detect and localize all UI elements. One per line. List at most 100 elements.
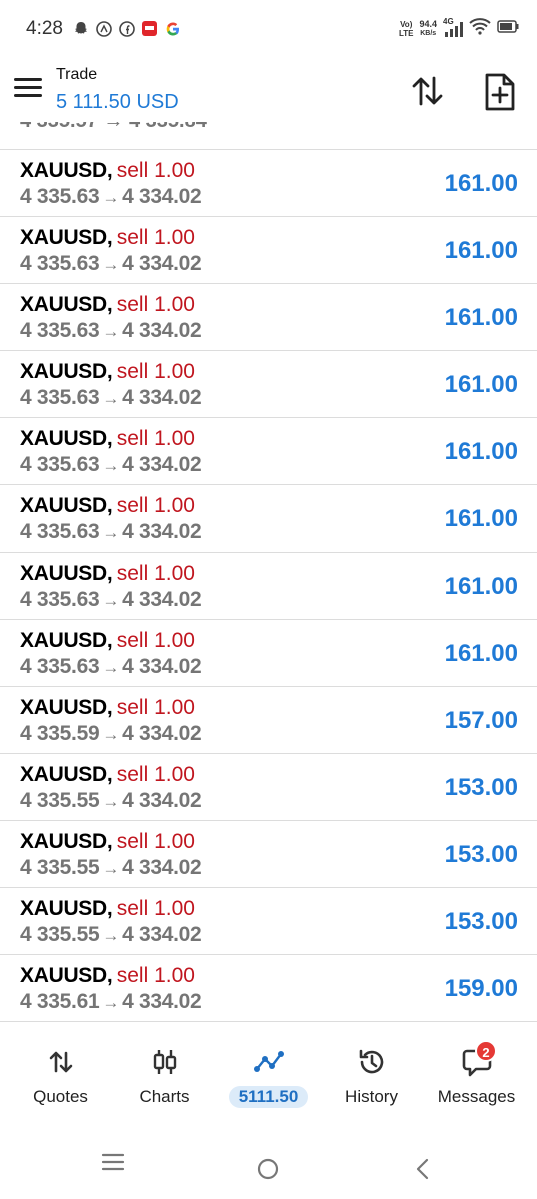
separator: , xyxy=(106,897,113,921)
positions-list: 4 335.57 → 4 335.84 XAUUSD,sell 1.004 33… xyxy=(0,122,537,1024)
arrow-right-icon: → xyxy=(102,322,120,342)
system-navigation-bar xyxy=(0,1124,537,1199)
table-row[interactable]: XAUUSD, sell 1.00 4 335.63 → 4 334.02 161.00 xyxy=(0,351,537,419)
current-price: 4 334.02 xyxy=(122,252,202,276)
current-price: 4 334.02 xyxy=(122,587,202,611)
table-row[interactable]: XAUUSD, sell 1.00 4 335.55 → 4 334.02 153.00 xyxy=(0,754,537,821)
table-row[interactable]: XAUUSD, sell 1.00 4 335.55 → 4 334.02 153.00 xyxy=(0,888,537,956)
nav-item-trade[interactable]: 5111.50 xyxy=(215,1046,322,1116)
open-price: 4 335.63 xyxy=(20,520,100,544)
positions-rows: XAUUSD, sell 1.00 4 335.63 → 4 334.02 161.00 X… xyxy=(0,150,537,1023)
nav-item-messages[interactable]: 2 Messages xyxy=(423,1040,530,1116)
position-symbol: XAUUSD xyxy=(20,628,107,652)
candlestick-icon xyxy=(153,1050,176,1074)
table-row[interactable]: XAUUSD, sell 1.00 4 335.63 → 4 334.02 161.00 xyxy=(0,150,537,218)
position-side: sell 1.00 xyxy=(116,494,195,518)
position-symbol: XAUUSD xyxy=(20,964,107,988)
position-profit: 161.00 xyxy=(444,505,518,533)
position-side: sell 1.00 xyxy=(116,829,195,853)
position-side: sell 1.00 xyxy=(116,159,195,182)
position-symbol: XAUUSD xyxy=(20,695,107,719)
position-side: sell 1.00 xyxy=(116,360,195,384)
current-price: 4 334.02 xyxy=(122,185,202,208)
current-price: 4 334.02 xyxy=(122,855,202,879)
position-title: XAUUSD, sell 1.00 xyxy=(20,696,195,720)
system-indicators: Vo) LTE 94.4 KB/s 4G xyxy=(399,17,519,40)
nav-label-history: History xyxy=(345,1087,398,1106)
table-row[interactable]: XAUUSD, sell 1.00 4 335.63 → 4 334.02 161.00 xyxy=(0,284,537,352)
position-prices: 4 335.63 → 4 334.02 xyxy=(20,319,202,343)
recent-apps-button[interactable] xyxy=(101,1152,125,1177)
table-row[interactable]: XAUUSD, sell 1.00 4 335.55 → 4 334.02 153.00 xyxy=(0,821,537,889)
open-price: 4 335.63 xyxy=(20,654,100,678)
position-symbol: XAUUSD xyxy=(20,561,107,585)
back-button[interactable] xyxy=(414,1158,430,1185)
position-prices: 4 335.55 → 4 334.02 xyxy=(20,855,202,880)
position-title: XAUUSD, sell 1.00 xyxy=(20,159,195,183)
history-icon xyxy=(359,1049,383,1074)
home-button[interactable] xyxy=(257,1158,279,1185)
google-icon xyxy=(164,20,181,37)
position-side: sell 1.00 xyxy=(116,695,195,719)
partial-prices: 4 335.57 → 4 335.84 xyxy=(20,122,207,133)
app-notification-icon xyxy=(95,20,112,37)
trade-line-icon xyxy=(253,1051,284,1072)
new-order-button[interactable] xyxy=(482,72,518,112)
separator: , xyxy=(106,293,113,317)
table-row[interactable]: XAUUSD, sell 1.00 4 335.63 → 4 334.02 161.00 xyxy=(0,418,537,486)
table-row[interactable]: XAUUSD, sell 1.00 4 335.63 → 4 334.02 161.00 xyxy=(0,217,537,285)
position-side: sell 1.00 xyxy=(116,628,195,652)
position-profit: 159.00 xyxy=(444,975,518,1003)
position-symbol: XAUUSD xyxy=(20,360,107,384)
position-title: XAUUSD, sell 1.00 xyxy=(20,226,195,250)
position-title: XAUUSD, sell 1.00 xyxy=(20,293,195,317)
table-row[interactable]: XAUUSD, sell 1.00 4 335.63 → 4 334.02 161.00 xyxy=(0,620,537,687)
sort-arrows-icon xyxy=(49,1051,72,1073)
position-symbol: XAUUSD xyxy=(20,762,107,786)
position-prices: 4 335.63 → 4 334.02 xyxy=(20,520,202,544)
recent-apps-icon xyxy=(101,1153,125,1171)
position-title: XAUUSD, sell 1.00 xyxy=(20,763,195,787)
position-symbol: XAUUSD xyxy=(20,159,107,182)
arrow-right-icon: → xyxy=(102,858,120,878)
position-prices: 4 335.59 → 4 334.02 xyxy=(20,722,202,746)
open-price: 4 335.61 xyxy=(20,990,100,1014)
nav-item-charts[interactable]: Charts xyxy=(111,1046,218,1116)
current-price: 4 334.02 xyxy=(122,520,202,544)
position-title: XAUUSD, sell 1.00 xyxy=(20,427,195,451)
open-price: 4 335.63 xyxy=(20,319,100,343)
separator: , xyxy=(106,695,113,719)
position-symbol: XAUUSD xyxy=(20,494,107,518)
current-price: 4 334.02 xyxy=(122,654,202,678)
table-row[interactable]: XAUUSD, sell 1.00 4 335.63 → 4 334.02 161.00 xyxy=(0,485,537,553)
table-row[interactable]: XAUUSD, sell 1.00 4 335.61 → 4 334.02 159.00 xyxy=(0,955,537,1023)
sort-button[interactable] xyxy=(410,74,446,108)
nav-item-quotes[interactable]: Quotes xyxy=(7,1046,114,1116)
table-row[interactable]: XAUUSD, sell 1.00 4 335.63 → 4 334.02 161.00 xyxy=(0,553,537,620)
menu-button[interactable] xyxy=(14,78,42,102)
separator: , xyxy=(106,427,113,451)
hamburger-icon xyxy=(14,78,42,81)
battery-icon xyxy=(497,19,519,38)
position-prices: 4 335.63 → 4 334.02 xyxy=(20,587,202,612)
open-price: 4 335.63 xyxy=(20,386,100,410)
separator: , xyxy=(106,628,113,652)
app-bar: Trade 5 111.50 USD xyxy=(0,62,537,122)
account-balance: 5 111.50 USD xyxy=(56,91,179,113)
status-bar: 4:28 Vo) LTE 94.4 KB/s 4G xyxy=(0,0,537,62)
position-side: sell 1.00 xyxy=(116,427,195,451)
position-title: XAUUSD, sell 1.00 xyxy=(20,562,195,586)
position-prices: 4 335.63 → 4 334.02 xyxy=(20,453,202,477)
table-row[interactable]: XAUUSD, sell 1.00 4 335.59 → 4 334.02 157.00 xyxy=(0,687,537,754)
open-price: 4 335.63 xyxy=(20,252,100,276)
position-profit: 161.00 xyxy=(444,371,518,399)
current-price: 4 334.02 xyxy=(122,923,202,947)
nav-item-history[interactable]: History xyxy=(318,1046,425,1116)
arrow-right-icon: → xyxy=(102,389,120,409)
open-price: 4 335.55 xyxy=(20,855,100,879)
position-profit: 153.00 xyxy=(444,908,518,936)
arrow-right-icon: → xyxy=(102,657,120,677)
list-item-partial[interactable]: 4 335.57 → 4 335.84 xyxy=(0,122,537,150)
nav-label-quotes: Quotes xyxy=(33,1087,88,1106)
arrow-right-icon: → xyxy=(102,590,120,610)
